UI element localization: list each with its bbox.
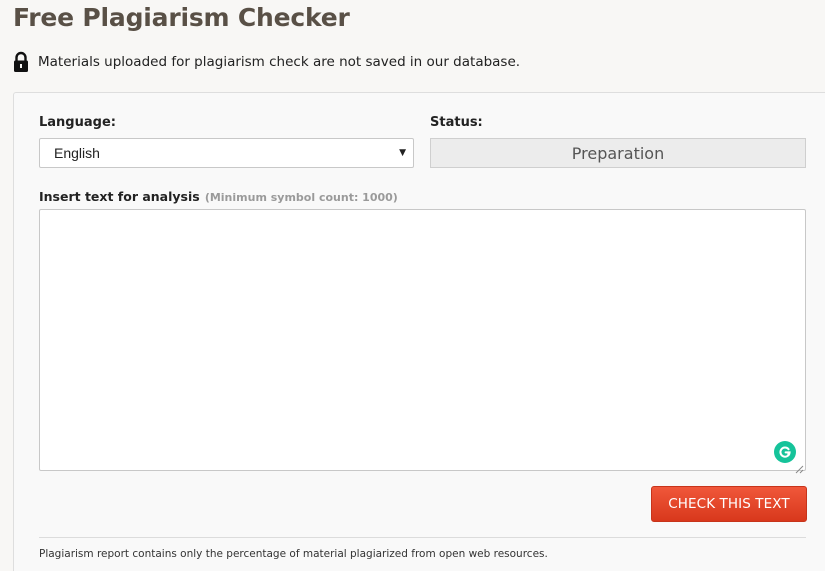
insert-text-label: Insert text for analysis (Minimum symbol… (39, 186, 398, 205)
status-box: Preparation (430, 138, 806, 168)
language-label: Language: (39, 115, 116, 130)
language-select-value: English (54, 145, 100, 161)
status-label: Status: (430, 115, 483, 130)
resize-handle-icon[interactable] (794, 459, 804, 474)
footer-note: Plagiarism report contains only the perc… (39, 548, 548, 560)
lock-icon (13, 51, 29, 73)
minimum-symbol-hint: (Minimum symbol count: 1000) (204, 191, 398, 204)
privacy-notice: Materials uploaded for plagiarism check … (13, 51, 520, 73)
grammarly-icon[interactable] (774, 441, 796, 463)
insert-text-label-main: Insert text for analysis (39, 189, 200, 204)
notice-text: Materials uploaded for plagiarism check … (38, 54, 521, 70)
checker-panel: Language: Status: English ▼ Preparation … (13, 92, 825, 571)
analysis-text-input[interactable] (39, 209, 806, 471)
status-value: Preparation (571, 143, 665, 163)
page-title: Free Plagiarism Checker (13, 3, 350, 32)
divider (39, 537, 806, 538)
language-select[interactable]: English ▼ (39, 138, 414, 168)
caret-down-icon: ▼ (399, 148, 406, 158)
plagiarism-checker-page: Free Plagiarism Checker Materials upload… (0, 0, 825, 571)
check-text-button[interactable]: CHECK THIS TEXT (651, 486, 807, 522)
